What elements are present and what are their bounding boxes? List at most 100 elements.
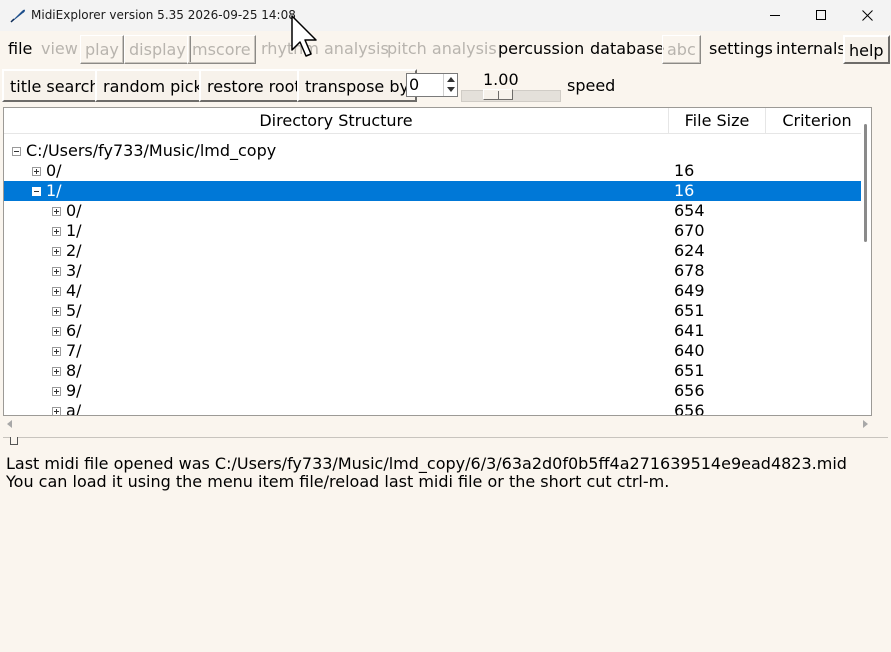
transpose-by-button[interactable]: transpose by	[297, 69, 417, 102]
expand-plus-icon[interactable]	[52, 387, 61, 396]
maximize-button[interactable]	[798, 0, 844, 31]
tree-row-size: 678	[674, 261, 705, 280]
tree-row-name: 0/	[46, 161, 62, 180]
tree-row[interactable]: 5/651	[4, 301, 870, 321]
app-window: MidiExplorer version 5.35 2026-09-25 14:…	[0, 0, 891, 652]
tree-row[interactable]: 6/641	[4, 321, 870, 341]
spinbox-arrows[interactable]	[443, 74, 457, 96]
menu-rhythm-analysis[interactable]: rhythm analysis	[257, 35, 393, 64]
scroll-left-arrow-icon[interactable]	[7, 420, 12, 428]
expand-plus-icon[interactable]	[52, 247, 61, 256]
tree-row[interactable]: a/656	[4, 401, 870, 416]
tree-row-name: 2/	[66, 241, 82, 260]
tree-row[interactable]: 4/649	[4, 281, 870, 301]
tree-row[interactable]: 2/624	[4, 241, 870, 261]
tree-row[interactable]: C:/Users/fy733/Music/lmd_copy	[4, 141, 870, 161]
transpose-value[interactable]: 0	[409, 76, 419, 94]
tree-row[interactable]: 3/678	[4, 261, 870, 281]
spin-up-arrow-icon[interactable]	[447, 77, 455, 82]
directory-tree[interactable]: Directory Structure File Size Criterion …	[3, 107, 872, 416]
tree-row[interactable]: 1/16	[4, 181, 870, 201]
spin-down-arrow-icon[interactable]	[447, 87, 455, 92]
tree-row[interactable]: 7/640	[4, 341, 870, 361]
minimize-icon	[769, 10, 781, 21]
menu-database[interactable]: database	[586, 35, 668, 64]
tree-row-name: 0/	[66, 201, 82, 220]
mouse-pointer-icon	[290, 14, 318, 58]
random-pick-button[interactable]: random pick	[95, 69, 211, 102]
column-directory-structure[interactable]: Directory Structure	[4, 108, 669, 133]
menu-view[interactable]: view	[37, 35, 82, 64]
title-search-button[interactable]: title search	[2, 69, 108, 102]
tree-horizontal-scrollbar[interactable]	[3, 418, 872, 432]
speed-slider-thumb[interactable]	[483, 89, 513, 100]
tree-row[interactable]: 0/654	[4, 201, 870, 221]
tree-row-name: 8/	[66, 361, 82, 380]
transpose-spinbox[interactable]: 0	[406, 73, 458, 97]
tree-row[interactable]: 0/16	[4, 161, 870, 181]
toolbar: title search random pick restore root tr…	[0, 69, 891, 103]
tree-vertical-scrollbar[interactable]	[861, 108, 871, 415]
menu-percussion[interactable]: percussion	[494, 35, 588, 64]
tree-row[interactable]: 1/670	[4, 221, 870, 241]
expand-plus-icon[interactable]	[32, 167, 41, 176]
column-file-size[interactable]: File Size	[669, 108, 766, 133]
status-line-1: Last midi file opened was C:/Users/fy733…	[6, 454, 847, 473]
tree-row[interactable]: 8/651	[4, 361, 870, 381]
menu-play[interactable]: play	[80, 35, 124, 64]
sash-handle[interactable]	[10, 437, 18, 445]
collapse-minus-icon[interactable]	[12, 147, 21, 156]
scrollbar-thumb[interactable]	[864, 124, 867, 242]
tree-row-name: 1/	[46, 181, 62, 200]
pane-divider[interactable]	[3, 437, 888, 438]
tree-row-size: 624	[674, 241, 705, 260]
expand-plus-icon[interactable]	[52, 267, 61, 276]
expand-plus-icon[interactable]	[52, 327, 61, 336]
speed-label: speed	[567, 76, 616, 95]
tree-row-size: 670	[674, 221, 705, 240]
close-icon	[861, 10, 873, 21]
tree-row[interactable]: 9/656	[4, 381, 870, 401]
expand-plus-icon[interactable]	[52, 207, 61, 216]
expand-plus-icon[interactable]	[52, 347, 61, 356]
tree-row-size: 640	[674, 341, 705, 360]
status-line-2: You can load it using the menu item file…	[6, 472, 670, 491]
minimize-button[interactable]	[752, 0, 798, 31]
title-bar[interactable]: MidiExplorer version 5.35 2026-09-25 14:…	[0, 0, 891, 31]
tree-row-size: 16	[674, 181, 695, 200]
menu-abc[interactable]: abc	[662, 35, 701, 64]
window-title: MidiExplorer version 5.35 2026-09-25 14:…	[31, 8, 296, 22]
expand-plus-icon[interactable]	[52, 307, 61, 316]
tree-row-size: 651	[674, 361, 705, 380]
menu-mscore[interactable]: mscore	[187, 35, 256, 64]
column-criterion[interactable]: Criterion	[766, 108, 869, 133]
menu-display[interactable]: display	[124, 35, 191, 64]
quill-pen-icon	[10, 8, 26, 23]
tree-row-size: 16	[674, 161, 695, 180]
menu-file[interactable]: file	[4, 35, 36, 64]
tree-row-name: 5/	[66, 301, 82, 320]
expand-plus-icon[interactable]	[52, 367, 61, 376]
expand-plus-icon[interactable]	[52, 287, 61, 296]
tree-row-size: 651	[674, 301, 705, 320]
tree-row-name: 1/	[66, 221, 82, 240]
tree-row-name: C:/Users/fy733/Music/lmd_copy	[26, 141, 277, 160]
tree-row-size: 656	[674, 401, 705, 416]
tree-row-name: 4/	[66, 281, 82, 300]
tree-row-size: 654	[674, 201, 705, 220]
menu-settings[interactable]: settings	[705, 35, 777, 64]
tree-row-name: 3/	[66, 261, 82, 280]
tree-row-name: 7/	[66, 341, 82, 360]
expand-plus-icon[interactable]	[52, 227, 61, 236]
menu-pitch-analysis[interactable]: pitch analysis	[383, 35, 501, 64]
tree-row-name: a/	[66, 401, 82, 416]
close-button[interactable]	[844, 0, 890, 31]
menu-help[interactable]: help	[843, 35, 890, 64]
restore-root-button[interactable]: restore root	[199, 69, 309, 102]
tree-row-name: 6/	[66, 321, 82, 340]
message-area: Last midi file opened was C:/Users/fy733…	[6, 455, 847, 491]
scroll-right-arrow-icon[interactable]	[863, 420, 868, 428]
expand-plus-icon[interactable]	[52, 407, 61, 415]
menu-internals[interactable]: internals	[772, 35, 850, 64]
collapse-minus-icon[interactable]	[32, 187, 41, 196]
